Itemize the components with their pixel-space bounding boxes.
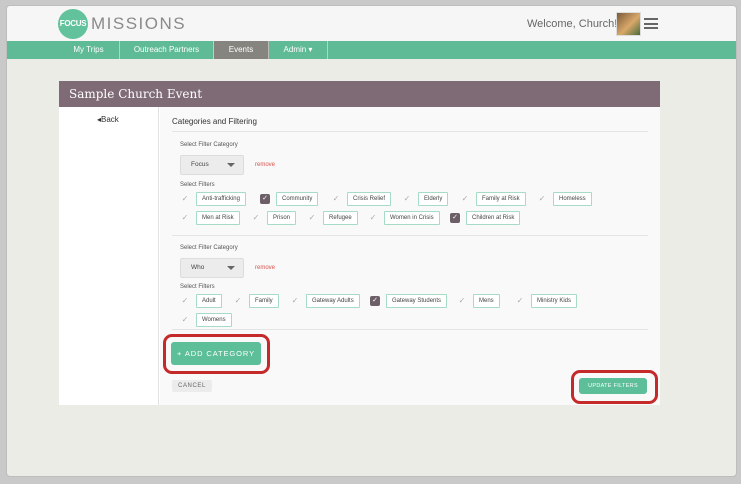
filter-tag-adult[interactable]: Adult — [196, 294, 222, 308]
select-value: Who — [191, 264, 205, 271]
filter-tag-ministry-kids[interactable]: Ministry Kids — [531, 294, 578, 308]
filter-tag-homeless[interactable]: Homeless — [553, 192, 592, 206]
welcome-text: Welcome, Church! — [527, 18, 618, 30]
section-title: Categories and Filtering — [172, 117, 257, 126]
filter-tag-men-at-risk[interactable]: Men at Risk — [196, 211, 240, 225]
remove-category-link[interactable]: remove — [255, 265, 275, 271]
highlight-ring-add-category — [163, 334, 270, 374]
filter-tag-community[interactable]: Community — [276, 192, 319, 206]
checkbox-children-at-risk[interactable]: ✓ — [450, 213, 460, 223]
filter-tag-women-in-crisis[interactable]: Women in Crisis — [384, 211, 440, 225]
back-link[interactable]: ◂Back — [97, 115, 119, 124]
select-value: Focus — [191, 161, 209, 168]
checkbox-crisis-relief[interactable]: ✓ — [331, 194, 341, 204]
event-card: Sample Church Event ◂Back Categories and… — [59, 81, 660, 405]
nav-outreach-partners[interactable]: Outreach Partners — [120, 41, 214, 59]
brand-name: MISSIONS — [91, 14, 187, 33]
checkbox-gateway-adults[interactable]: ✓ — [290, 296, 300, 306]
checkbox-men-at-risk[interactable]: ✓ — [180, 213, 190, 223]
checkbox-community[interactable]: ✓ — [260, 194, 270, 204]
avatar[interactable] — [616, 12, 641, 36]
checkbox-refugee[interactable]: ✓ — [307, 213, 317, 223]
checkbox-mens[interactable]: ✓ — [457, 296, 467, 306]
checkbox-anti-trafficking[interactable]: ✓ — [180, 194, 190, 204]
focus-logo[interactable]: FOCUS — [58, 9, 88, 39]
checkbox-family-at-risk[interactable]: ✓ — [460, 194, 470, 204]
filter-tag-mens[interactable]: Mens — [473, 294, 500, 308]
nav-my-trips[interactable]: My Trips — [58, 41, 120, 59]
checkbox-women-in-crisis[interactable]: ✓ — [368, 213, 378, 223]
checkbox-adult[interactable]: ✓ — [180, 296, 190, 306]
main-nav: My Trips Outreach Partners Events Admin … — [7, 41, 736, 59]
filter-tag-children-at-risk[interactable]: Children at Risk — [466, 211, 521, 225]
filter-tag-family[interactable]: Family — [249, 294, 279, 308]
checkbox-prison[interactable]: ✓ — [251, 213, 261, 223]
filter-tag-refugee[interactable]: Refugee — [323, 211, 358, 225]
hamburger-menu-icon[interactable] — [644, 18, 658, 29]
filters-label: Select Filters — [180, 182, 215, 188]
checkbox-family[interactable]: ✓ — [233, 296, 243, 306]
top-bar: FOCUS MISSIONS Welcome, Church! — [7, 6, 736, 41]
page-title: Sample Church Event — [59, 81, 660, 107]
remove-category-link[interactable]: remove — [255, 162, 275, 168]
category-select[interactable]: Who — [180, 258, 244, 278]
checkbox-homeless[interactable]: ✓ — [537, 194, 547, 204]
divider — [172, 329, 648, 330]
checkbox-elderly[interactable]: ✓ — [402, 194, 412, 204]
side-column: ◂Back — [59, 107, 159, 405]
filter-tag-crisis-relief[interactable]: Crisis Relief — [347, 192, 392, 206]
filters-label: Select Filters — [180, 284, 215, 290]
category-label: Select Filter Category — [180, 245, 238, 251]
filter-tag-family-at-risk[interactable]: Family at Risk — [476, 192, 526, 206]
category-label: Select Filter Category — [180, 142, 238, 148]
filter-tag-elderly[interactable]: Elderly — [418, 192, 449, 206]
app-window: FOCUS MISSIONS Welcome, Church! My Trips… — [6, 5, 737, 477]
filter-tag-gateway-students[interactable]: Gateway Students — [386, 294, 448, 308]
filter-group-who: Select Filter Category Who remove Select… — [172, 235, 648, 335]
filter-tag-anti-trafficking[interactable]: Anti-trafficking — [196, 192, 246, 206]
filter-tag-womens[interactable]: Womens — [196, 313, 232, 327]
filter-tag-gateway-adults[interactable]: Gateway Adults — [306, 294, 360, 308]
chevron-down-icon — [227, 163, 235, 167]
checkbox-womens[interactable]: ✓ — [180, 315, 190, 325]
chevron-down-icon — [227, 266, 235, 270]
checkbox-gateway-students[interactable]: ✓ — [370, 296, 380, 306]
checkbox-ministry-kids[interactable]: ✓ — [515, 296, 525, 306]
highlight-ring-update-filters — [571, 370, 658, 404]
filter-tag-prison[interactable]: Prison — [267, 211, 297, 225]
category-select[interactable]: Focus — [180, 155, 244, 175]
cancel-button[interactable]: CANCEL — [172, 380, 212, 392]
nav-events[interactable]: Events — [214, 41, 269, 59]
nav-admin[interactable]: Admin ▾ — [269, 41, 328, 59]
